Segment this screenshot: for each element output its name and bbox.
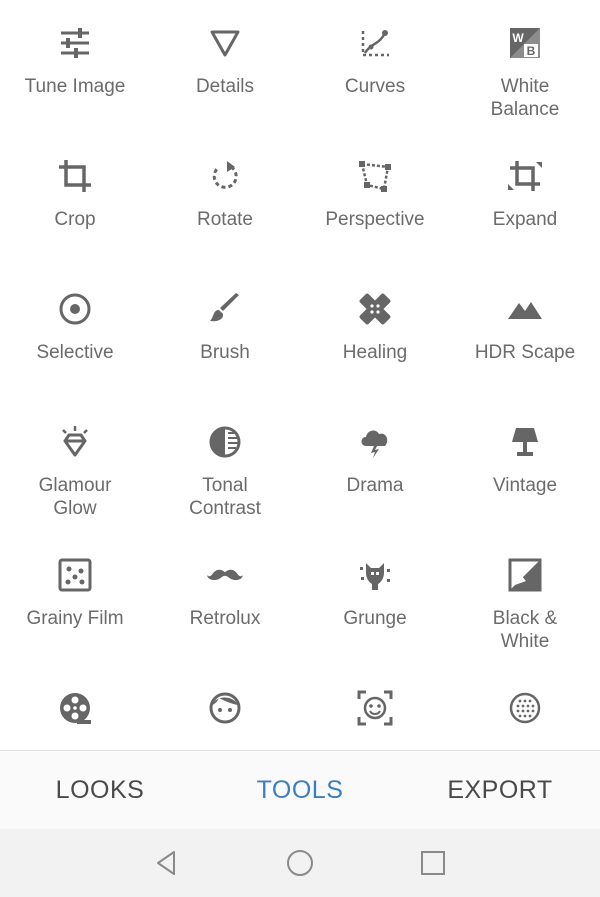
tool-label: Drama — [346, 475, 404, 496]
tool-rotate[interactable]: Rotate — [150, 133, 300, 266]
tool-label: Glamour Glow — [38, 475, 112, 519]
tool-grunge[interactable]: Grunge — [300, 532, 450, 665]
tool-label: Curves — [344, 76, 406, 97]
vintage-lamp-icon — [505, 422, 545, 462]
retrolux-mustache-icon — [205, 555, 245, 595]
tool-face[interactable] — [150, 665, 300, 750]
tool-label: Details — [195, 76, 255, 97]
bottom-tab-bar: LOOKS TOOLS EXPORT — [0, 750, 600, 830]
tonal-contrast-icon — [205, 422, 245, 462]
tool-expand[interactable]: Expand — [450, 133, 600, 266]
tool-label: Tune Image — [24, 76, 126, 97]
svg-text:B: B — [527, 44, 536, 58]
tool-drama[interactable]: Drama — [300, 399, 450, 532]
face-detect-icon — [355, 688, 395, 728]
tool-frames[interactable] — [450, 665, 600, 750]
tool-hdr-scape[interactable]: HDR Scape — [450, 266, 600, 399]
tool-film-reel[interactable] — [0, 665, 150, 750]
crop-icon — [55, 156, 95, 196]
tool-tonal-contrast[interactable]: Tonal Contrast — [150, 399, 300, 532]
tools-grid: Tune Image Details Curves W B B White Bala… — [0, 0, 600, 750]
tool-label: Black & White — [492, 608, 558, 652]
tool-label: Rotate — [197, 209, 253, 230]
brush-icon — [205, 289, 245, 329]
tool-perspective[interactable]: Perspective — [300, 133, 450, 266]
recents-icon[interactable] — [417, 847, 449, 879]
tools-panel: Tune Image Details Curves W B B White Bala… — [0, 0, 600, 750]
tool-label: Grainy Film — [26, 608, 124, 629]
drama-cloud-icon — [355, 422, 395, 462]
white-balance-icon: W B B — [505, 23, 545, 63]
tool-label: Perspective — [325, 209, 425, 230]
tool-crop[interactable]: Crop — [0, 133, 150, 266]
perspective-icon — [355, 156, 395, 196]
tool-black-white[interactable]: Black & White — [450, 532, 600, 665]
film-reel-icon — [55, 688, 95, 728]
tool-label: Healing — [342, 342, 408, 363]
face-icon — [205, 688, 245, 728]
tab-looks[interactable]: LOOKS — [0, 751, 200, 830]
black-white-icon — [505, 555, 545, 595]
tool-selective[interactable]: Selective — [0, 266, 150, 399]
glamour-glow-icon — [55, 422, 95, 462]
tool-label: HDR Scape — [474, 342, 576, 363]
tune-icon — [55, 23, 95, 63]
tool-curves[interactable]: Curves — [300, 0, 450, 133]
tab-tools[interactable]: TOOLS — [200, 751, 400, 830]
tool-tune-image[interactable]: Tune Image — [0, 0, 150, 133]
tool-brush[interactable]: Brush — [150, 266, 300, 399]
tool-label: Expand — [492, 209, 558, 230]
tool-healing[interactable]: Healing — [300, 266, 450, 399]
tool-grainy-film[interactable]: Grainy Film — [0, 532, 150, 665]
frames-icon — [505, 688, 545, 728]
grainy-film-icon — [55, 555, 95, 595]
rotate-icon — [205, 156, 245, 196]
svg-text:W: W — [512, 31, 524, 45]
back-icon[interactable] — [150, 847, 182, 879]
tool-label: Selective — [36, 342, 114, 363]
tool-label: Crop — [54, 209, 96, 230]
tool-details[interactable]: Details — [150, 0, 300, 133]
tool-retrolux[interactable]: Retrolux — [150, 532, 300, 665]
tool-glamour-glow[interactable]: Glamour Glow — [0, 399, 150, 532]
tool-label: Vintage — [492, 475, 558, 496]
tool-label: Tonal Contrast — [189, 475, 261, 519]
grunge-icon — [355, 555, 395, 595]
healing-icon — [355, 289, 395, 329]
curves-icon — [355, 23, 395, 63]
tab-export[interactable]: EXPORT — [400, 751, 600, 830]
details-triangle-icon — [205, 23, 245, 63]
hdr-mountain-icon — [505, 289, 545, 329]
expand-icon — [505, 156, 545, 196]
tool-label: Grunge — [343, 608, 407, 629]
system-nav-bar — [0, 829, 600, 897]
tool-label: Brush — [200, 342, 250, 363]
tool-label: Retrolux — [189, 608, 261, 629]
home-icon[interactable] — [284, 847, 316, 879]
tool-label: White Balance — [490, 76, 560, 120]
selective-icon — [55, 289, 95, 329]
tool-white-balance[interactable]: W B B White Balance — [450, 0, 600, 133]
tool-vintage[interactable]: Vintage — [450, 399, 600, 532]
tool-face-detect[interactable] — [300, 665, 450, 750]
